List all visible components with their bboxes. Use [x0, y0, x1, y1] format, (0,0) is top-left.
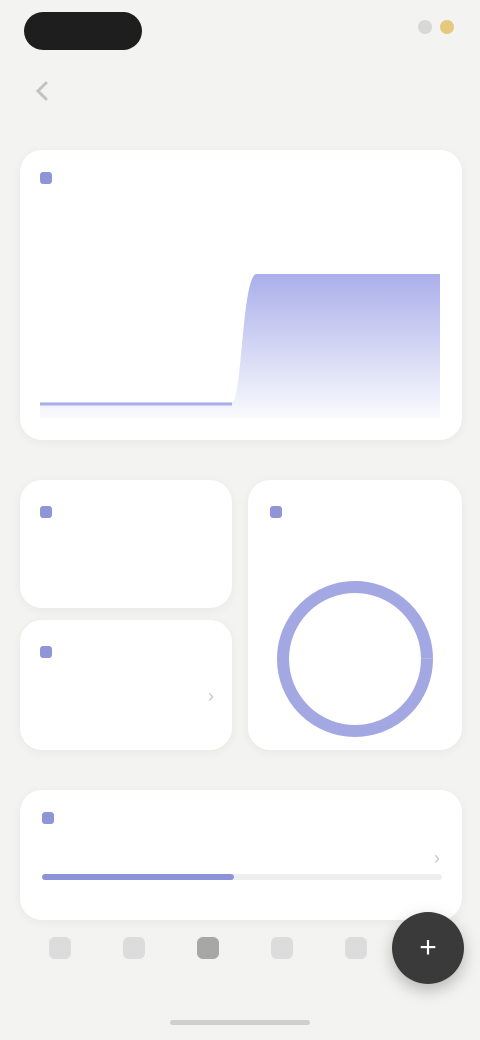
progress-ring-fill — [277, 581, 433, 737]
status-indicators — [410, 20, 454, 34]
calendar-icon — [271, 937, 293, 959]
tab-chart[interactable] — [112, 937, 156, 963]
dynamic-island — [24, 12, 142, 50]
ring-card-label — [270, 506, 290, 518]
tab-calendar[interactable] — [260, 937, 304, 963]
app-screen: › › + — [0, 0, 480, 1040]
activity-card-label — [42, 812, 62, 824]
chart-card[interactable] — [20, 150, 462, 440]
add-button[interactable]: + — [392, 912, 464, 984]
back-icon[interactable] — [34, 80, 60, 102]
activity-card[interactable]: › — [20, 790, 462, 920]
tab-grid[interactable] — [186, 937, 230, 963]
chart-area — [20, 150, 462, 440]
home-icon — [49, 937, 71, 959]
activity-progress-track — [42, 874, 442, 880]
area-chart — [40, 274, 440, 418]
stat-card-label — [40, 506, 60, 518]
grid-icon — [197, 937, 219, 959]
chevron-right-icon: › — [434, 848, 440, 868]
plus-icon: + — [419, 931, 437, 964]
chart-area-fill — [40, 274, 440, 418]
stat-icon — [40, 646, 52, 658]
tab-home[interactable] — [38, 937, 82, 963]
chart-icon — [123, 937, 145, 959]
page-header — [0, 70, 480, 114]
activity-progress-fill — [42, 874, 234, 880]
progress-ring — [277, 581, 433, 737]
ring-icon — [270, 506, 282, 518]
ring-card[interactable] — [248, 480, 462, 750]
stat-icon — [40, 506, 52, 518]
signal-icon — [418, 20, 432, 34]
chart-card-label — [40, 172, 60, 184]
home-indicator[interactable] — [170, 1020, 310, 1025]
stat-card[interactable]: › — [20, 620, 232, 750]
user-icon — [345, 937, 367, 959]
activity-icon — [42, 812, 54, 824]
stat-card[interactable] — [20, 480, 232, 608]
status-bar — [0, 0, 480, 62]
chart-icon — [40, 172, 52, 184]
chevron-right-icon: › — [208, 686, 214, 706]
stat-card-label — [40, 646, 60, 658]
tab-user[interactable] — [334, 937, 378, 963]
battery-icon — [440, 20, 454, 34]
